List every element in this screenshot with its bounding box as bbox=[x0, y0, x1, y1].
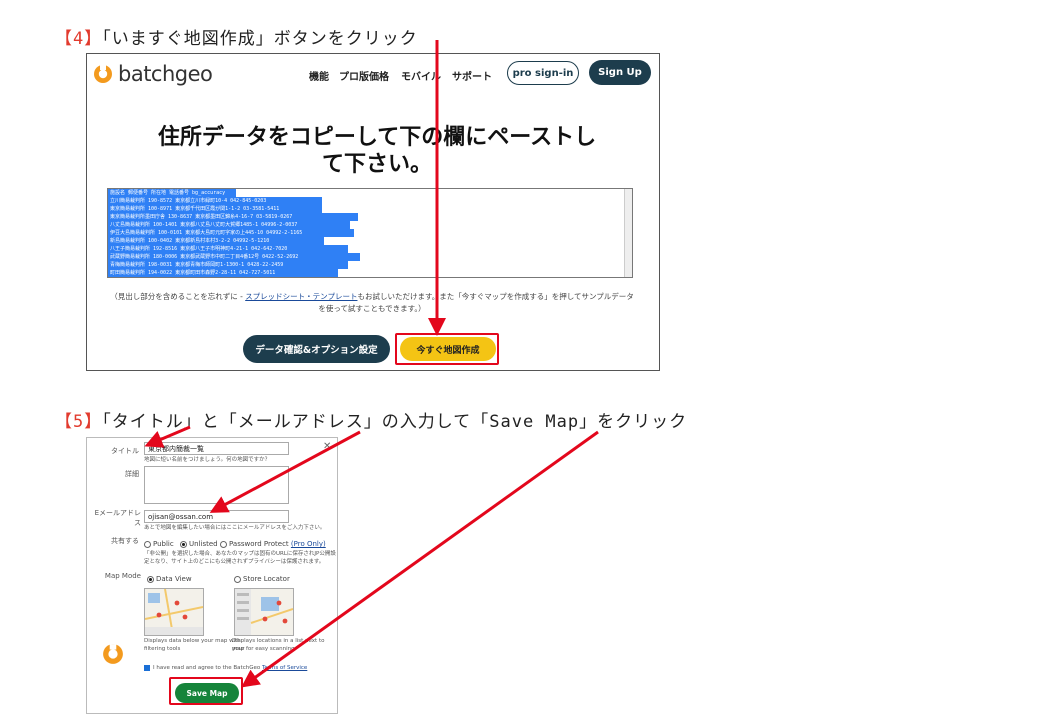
arrow-to-email-input bbox=[209, 430, 361, 513]
arrow-to-save-button bbox=[241, 430, 599, 688]
arrow-to-title-input bbox=[144, 425, 191, 448]
annotation-arrows bbox=[144, 40, 599, 688]
